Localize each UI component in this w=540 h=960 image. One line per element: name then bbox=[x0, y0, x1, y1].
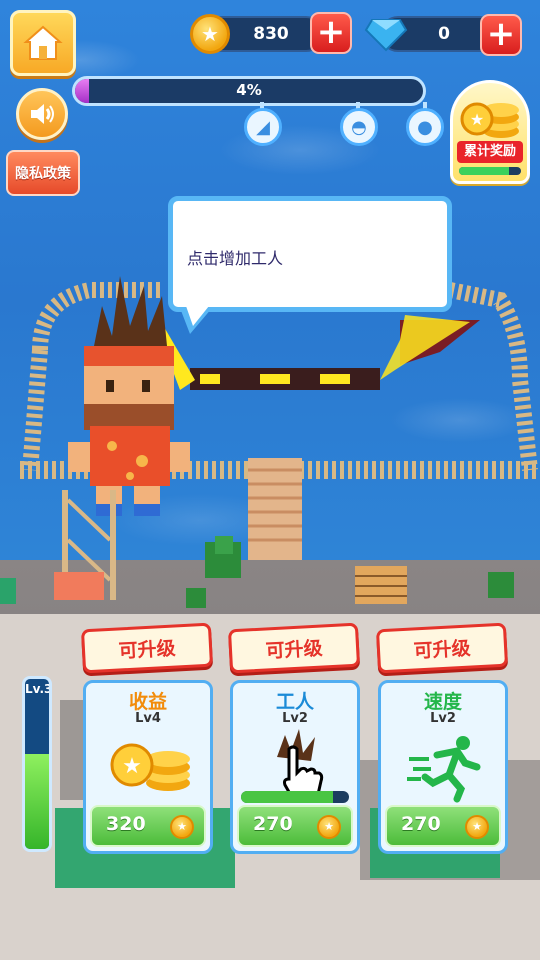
card-title: 收益 bbox=[128, 691, 167, 713]
upgrade-cost: 320 bbox=[106, 813, 146, 835]
upgrade-cost: 270 bbox=[401, 813, 441, 835]
card-level: Lv2 bbox=[282, 711, 308, 726]
speed-upgrade-card[interactable]: 速度 Lv2 270 ★ bbox=[378, 680, 508, 854]
bubble-tail-inner bbox=[186, 306, 209, 326]
add-gems-button[interactable]: + bbox=[480, 14, 522, 56]
upgrade-cost: 270 bbox=[253, 813, 293, 835]
grass-patch bbox=[0, 578, 16, 604]
balloon-icon[interactable]: ● bbox=[406, 108, 444, 146]
turtle-icon[interactable]: ◓ bbox=[340, 108, 378, 146]
upgrade-cost-button[interactable]: 270 ★ bbox=[237, 805, 353, 847]
card-level: Lv4 bbox=[135, 711, 161, 726]
privacy-policy-button[interactable]: 隐私政策 bbox=[6, 150, 80, 196]
tree bbox=[186, 588, 206, 608]
running-man-icon bbox=[407, 736, 481, 803]
reward-progress-bar bbox=[459, 167, 521, 175]
tree bbox=[488, 572, 514, 598]
home-icon bbox=[23, 25, 63, 60]
coin-icon: ★ bbox=[170, 815, 194, 839]
upgrade-cost-button[interactable]: 270 ★ bbox=[385, 805, 501, 847]
upgradeable-tag: 可升级 bbox=[375, 622, 509, 674]
coin-icon: ★ bbox=[317, 815, 341, 839]
tutorial-text: 点击增加工人 bbox=[187, 249, 284, 268]
reward-progress-fill bbox=[459, 167, 509, 175]
upgrade-cost-button[interactable]: 320 ★ bbox=[90, 805, 206, 847]
upgradeable-tag: 可升级 bbox=[80, 622, 214, 674]
tree bbox=[205, 536, 241, 578]
coin-count: 830 bbox=[253, 24, 289, 44]
progress-text: 4% bbox=[236, 81, 262, 99]
card-title: 工人 bbox=[275, 691, 314, 713]
svg-text:★: ★ bbox=[470, 110, 484, 129]
lumber-pile bbox=[355, 566, 407, 604]
player-level-bar: Lv.3 bbox=[22, 676, 52, 852]
coin-icon: ★ bbox=[190, 14, 230, 54]
coin-stack-icon: ★ bbox=[460, 102, 519, 138]
card-level: Lv2 bbox=[430, 711, 456, 726]
diamond-icon bbox=[364, 19, 408, 52]
home-button[interactable] bbox=[10, 10, 76, 76]
upgradeable-tag: 可升级 bbox=[227, 622, 361, 674]
income-upgrade-card[interactable]: 收益 Lv4 ★ 320 ★ bbox=[83, 680, 213, 854]
level-progress-fill bbox=[25, 753, 49, 849]
shark-fin-icon[interactable]: ◢ bbox=[244, 108, 282, 146]
worker-upgrade-card[interactable]: 工人 Lv2 270 ★ bbox=[230, 680, 360, 854]
add-coins-button[interactable]: + bbox=[310, 12, 352, 54]
cumulative-reward-button[interactable]: ★ 累计奖励 bbox=[450, 80, 530, 184]
island-progress-bar: 4% bbox=[72, 76, 426, 106]
worker-progress-bar bbox=[241, 791, 349, 803]
gem-count: 0 bbox=[438, 24, 450, 44]
svg-text:★: ★ bbox=[122, 754, 142, 779]
crane-tower bbox=[54, 490, 116, 600]
reward-label: 累计奖励 bbox=[457, 141, 523, 163]
tutorial-bubble: 点击增加工人 bbox=[168, 196, 452, 312]
sound-button[interactable] bbox=[16, 88, 68, 140]
coin-stack-icon: ★ bbox=[110, 743, 190, 791]
coin-icon: ★ bbox=[465, 815, 489, 839]
worker-progress-fill bbox=[241, 791, 333, 803]
player-level-label: Lv.3 bbox=[25, 682, 52, 696]
card-title: 速度 bbox=[423, 691, 462, 713]
speaker-icon bbox=[31, 104, 54, 124]
